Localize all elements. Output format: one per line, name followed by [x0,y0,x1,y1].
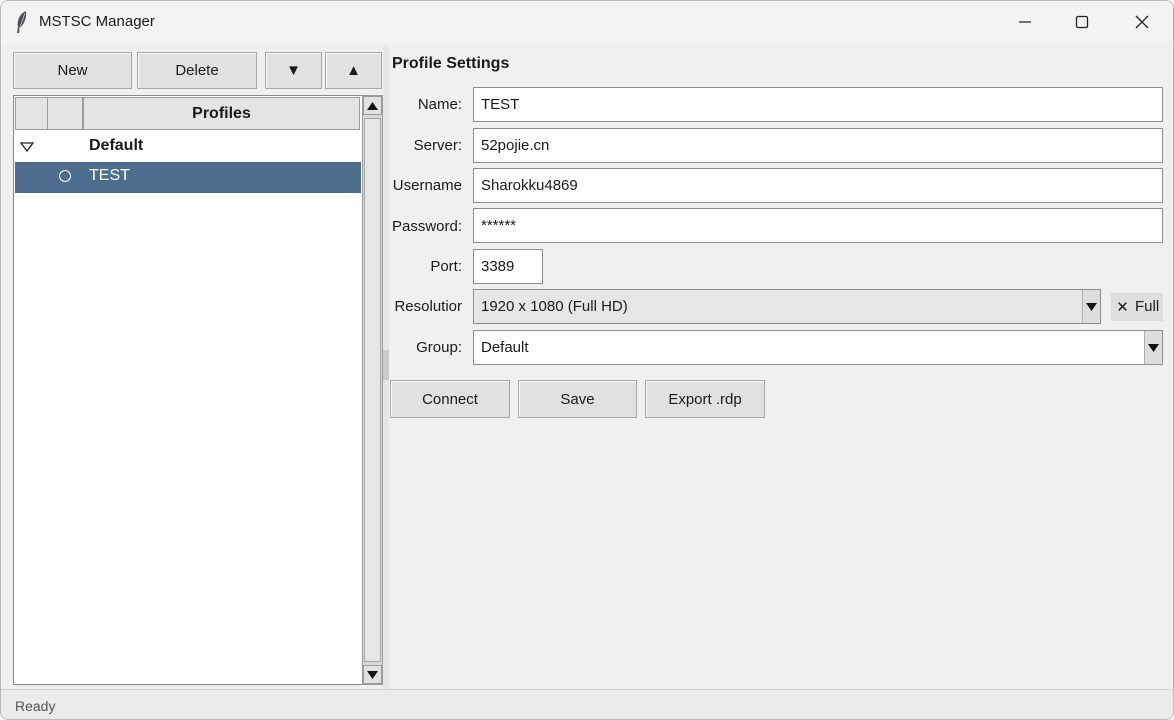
scroll-down-button[interactable] [363,665,382,684]
delete-button[interactable]: Delete [137,52,257,89]
export-rdp-button[interactable]: Export .rdp [645,380,765,418]
resolution-select[interactable]: 1920 x 1080 (Full HD) [473,289,1101,324]
close-icon [1135,15,1149,29]
grip-icon [383,350,389,380]
tree-scrollbar[interactable] [362,95,383,685]
maximize-icon [1075,15,1089,29]
minimize-button[interactable] [997,1,1053,43]
tree-header-column[interactable] [15,97,48,130]
resolution-label: Resolutior [394,298,462,315]
group-select[interactable]: Default [473,330,1163,365]
feather-icon [17,11,27,33]
status-text: Ready [15,698,56,714]
profile-settings-title: Profile Settings [392,55,510,72]
password-field[interactable]: ****** [473,208,1163,243]
group-value: Default [481,339,529,356]
chevron-down-icon [1148,343,1159,352]
window-title: MSTSC Manager [39,13,155,30]
triangle-up-icon: ▲ [346,62,361,79]
expand-triangle-icon[interactable] [20,142,34,152]
resolution-value: 1920 x 1080 (Full HD) [481,298,628,315]
server-field[interactable]: 52pojie.cn [473,128,1163,163]
minimize-icon [1019,21,1031,23]
close-button[interactable] [1114,1,1170,43]
move-down-button[interactable]: ▼ [265,52,322,89]
port-label: Port: [430,258,462,275]
full-checkbox-label: Full [1135,298,1160,315]
server-label: Server: [413,137,462,154]
scroll-up-button[interactable] [363,96,382,115]
triangle-up-icon [367,101,378,110]
password-label: Password: [391,218,462,235]
name-label: Name: [417,96,462,113]
group-label: Group: [416,339,462,356]
tree-group-label: Default [89,137,144,154]
triangle-down-icon: ▼ [286,62,301,79]
status-bar: Ready [1,689,1173,719]
name-field[interactable]: TEST [473,87,1163,122]
tree-header-column[interactable] [47,97,83,130]
new-button[interactable]: New [13,52,132,89]
app-window: MSTSC Manager New Delete ▼ ▲ Profiles De… [0,0,1174,720]
port-field[interactable]: 3389 [473,249,543,284]
tree-header-profiles[interactable]: Profiles [83,97,360,130]
dropdown-arrow-button[interactable] [1144,331,1162,364]
scroll-thumb[interactable] [364,118,381,662]
dropdown-arrow-button[interactable] [1082,290,1100,323]
profiles-tree[interactable]: Profiles Default TEST [13,95,363,685]
connect-button[interactable]: Connect [390,380,510,418]
move-up-button[interactable]: ▲ [325,52,382,89]
full-checkbox[interactable]: ✕ Full [1111,293,1163,321]
circle-icon [59,170,71,182]
username-label: Username [392,177,462,194]
triangle-down-icon [367,670,378,679]
username-field[interactable]: Sharokku4869 [473,168,1163,203]
title-bar: MSTSC Manager [1,1,1173,43]
tree-item-label: TEST [89,167,130,184]
save-button[interactable]: Save [518,380,637,418]
chevron-down-icon [1086,302,1097,311]
tree-group-default[interactable]: Default [15,131,361,162]
maximize-button[interactable] [1054,1,1110,43]
check-mark-icon: ✕ [1116,298,1129,316]
tree-item-test[interactable]: TEST [15,162,361,193]
pane-splitter[interactable] [383,45,389,689]
